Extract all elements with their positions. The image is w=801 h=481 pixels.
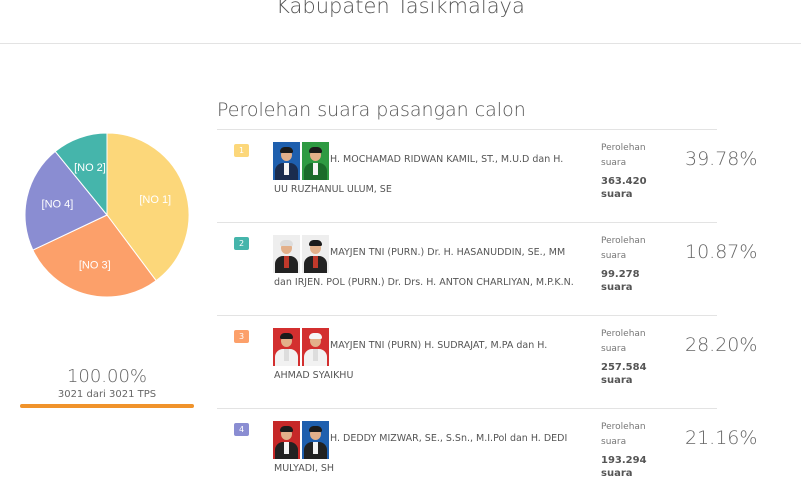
- candidate-names-line1: MAYJEN TNI (PURN) H. SUDRAJAT, M.PA dan …: [330, 340, 548, 351]
- candidate-photo: [302, 142, 329, 180]
- candidate-names-line2: AHMAD SYAIKHU: [274, 370, 354, 381]
- candidate-names-line1: MAYJEN TNI (PURN.) Dr. H. HASANUDDIN, SE…: [330, 247, 566, 258]
- votes-caption: suara: [601, 437, 627, 447]
- candidate-photos: [273, 235, 329, 273]
- candidate-photos: [273, 328, 329, 366]
- candidate-number-badge: 2: [234, 237, 249, 250]
- candidate-names-line1: H. MOCHAMAD RIDWAN KAMIL, ST., M.U.D dan…: [330, 154, 564, 165]
- votes-percent: 10.87%: [685, 241, 758, 263]
- candidate-names-line1: H. DEDDY MIZWAR, SE., S.Sn., M.I.Pol dan…: [330, 433, 568, 444]
- header: Kabupaten Tasikmalaya: [0, 0, 801, 44]
- pie-label-3: [NO 3]: [79, 259, 111, 271]
- votes-caption: Perolehan: [601, 422, 646, 432]
- pie-chart: [NO 1] [NO 3] [NO 4] [NO 2]: [24, 132, 190, 298]
- pie-chart-svg: [NO 1] [NO 3] [NO 4] [NO 2]: [24, 132, 190, 298]
- candidate-row-4: 4 H. DEDDY MIZWAR, SE., S.Sn., M.I.Pol d…: [217, 408, 757, 481]
- votes-percent: 39.78%: [685, 148, 758, 170]
- votes-unit: suara: [601, 282, 633, 293]
- candidate-row-1: 1 H. MOCHAMAD RIDWAN KAMIL, ST., M.U.D d…: [217, 129, 757, 222]
- votes-count: 257.584: [601, 362, 647, 373]
- candidate-names-line2: MULYADI, SH: [274, 463, 335, 474]
- progress-percent: 100.00%: [66, 366, 148, 387]
- candidate-photo: [273, 235, 300, 273]
- progress-bar: [20, 404, 194, 408]
- votes-caption: suara: [601, 344, 627, 354]
- candidate-photos: [273, 421, 329, 459]
- votes-unit: suara: [601, 375, 633, 386]
- section-title: Perolehan suara pasangan calon: [217, 99, 526, 121]
- page-title: Kabupaten Tasikmalaya: [276, 0, 525, 18]
- candidate-names-line2: UU RUZHANUL ULUM, SE: [274, 184, 392, 195]
- votes-caption: suara: [601, 251, 627, 261]
- progress-tps-count: 3021 dari 3021 TPS: [57, 389, 157, 400]
- votes-unit: suara: [601, 468, 633, 479]
- pie-label-1: [NO 1]: [139, 194, 171, 206]
- votes-count: 99.278: [601, 269, 640, 280]
- candidate-names-line2: dan IRJEN. POL (PURN.) Dr. Drs. H. ANTON…: [274, 277, 574, 288]
- candidate-number-badge: 1: [234, 144, 249, 157]
- candidate-list: 1 H. MOCHAMAD RIDWAN KAMIL, ST., M.U.D d…: [217, 129, 757, 481]
- votes-percent: 21.16%: [685, 427, 758, 449]
- votes-caption: Perolehan: [601, 143, 646, 153]
- candidate-photo: [302, 328, 329, 366]
- votes-unit: suara: [601, 189, 633, 200]
- candidate-photo: [273, 421, 300, 459]
- pie-label-2: [NO 2]: [74, 162, 106, 174]
- votes-count: 193.294: [601, 455, 647, 466]
- votes-caption: suara: [601, 158, 627, 168]
- candidate-row-3: 3 MAYJEN TNI (PURN) H. SUDRAJAT, M.PA da…: [217, 315, 757, 408]
- progress-bar-fill: [20, 404, 194, 408]
- pie-label-4: [NO 4]: [42, 199, 74, 211]
- candidate-number-badge: 4: [234, 423, 249, 436]
- candidate-row-2: 2 MAYJEN TNI (PURN.) Dr. H. HASANUDDIN, …: [217, 222, 757, 315]
- candidate-photos: [273, 142, 329, 180]
- votes-caption: Perolehan: [601, 236, 646, 246]
- candidate-photo: [273, 328, 300, 366]
- candidate-number-badge: 3: [234, 330, 249, 343]
- votes-caption: Perolehan: [601, 329, 646, 339]
- candidate-photo: [273, 142, 300, 180]
- votes-percent: 28.20%: [685, 334, 758, 356]
- candidate-photo: [302, 235, 329, 273]
- votes-count: 363.420: [601, 176, 647, 187]
- candidate-photo: [302, 421, 329, 459]
